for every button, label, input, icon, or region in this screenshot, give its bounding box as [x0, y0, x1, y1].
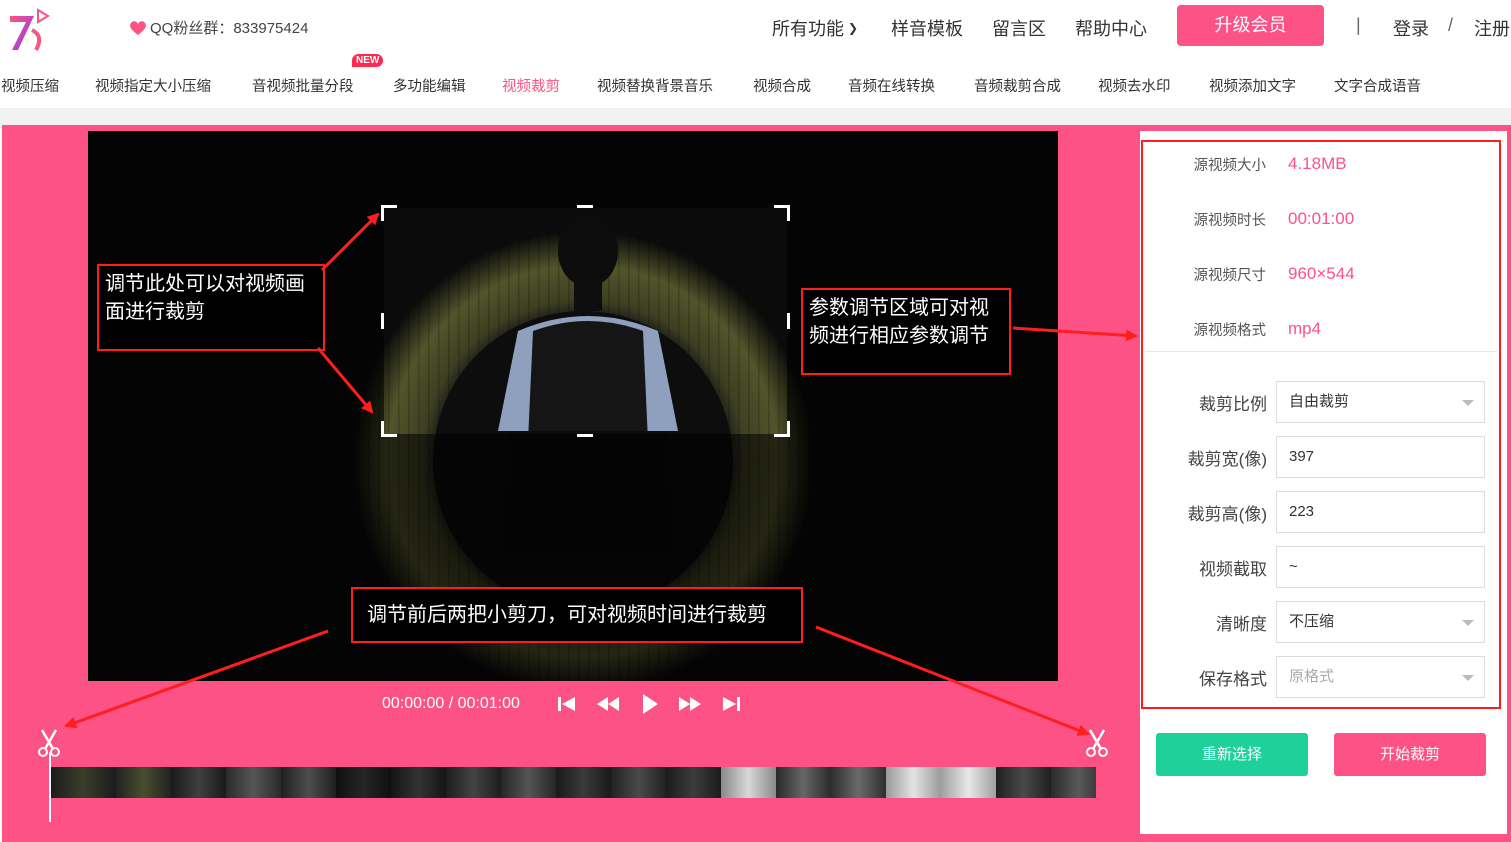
timeline-frame: [226, 767, 281, 798]
form-row-format: 保存格式 原格式: [1145, 656, 1495, 698]
play-icon[interactable]: [636, 692, 662, 716]
form-row-clip: 视频截取 ~: [1145, 546, 1495, 588]
player-controls: 00:00:00 / 00:01:00: [382, 690, 759, 718]
top-header: QQ粉丝群：833975424 所有功能 ❯ 样音模板 留言区 帮助中心 升级会员…: [0, 0, 1511, 58]
dropdown-caret-icon: [1462, 675, 1474, 681]
chevron-down-icon: ❯: [848, 21, 859, 35]
annotation-params-hint: 参数调节区域可对视频进行相应参数调节: [801, 288, 1011, 375]
info-row-size: 源视频大小 4.18MB: [1193, 154, 1347, 174]
timeline-frame: [556, 767, 611, 798]
skip-to-end-icon[interactable]: [718, 692, 744, 716]
source-format-value: mp4: [1288, 319, 1322, 338]
start-crop-button[interactable]: 开始裁剪: [1334, 733, 1486, 776]
timeline-frame: [831, 767, 886, 798]
crop-width-input[interactable]: 397: [1276, 436, 1485, 478]
subnav-video-crop[interactable]: 视频裁剪: [502, 75, 560, 96]
subnav-size-compress[interactable]: 视频指定大小压缩: [95, 75, 211, 96]
upgrade-vip-button[interactable]: 升级会员: [1177, 5, 1324, 46]
crop-handle-bottom-left[interactable]: [381, 421, 397, 437]
trim-end-scissor-icon[interactable]: [1084, 728, 1110, 758]
login-link[interactable]: 登录: [1393, 15, 1429, 41]
timeline-frame: [116, 767, 171, 798]
timeline-frame: [446, 767, 501, 798]
subnav-multi-edit[interactable]: 多功能编辑: [393, 75, 466, 96]
tool-subnav: 视频压缩 视频指定大小压缩 音视频批量分段 多功能编辑 视频裁剪 视频替换背景音…: [0, 58, 1511, 108]
trim-start-line[interactable]: [49, 752, 51, 822]
crop-ratio-select[interactable]: 自由裁剪: [1276, 381, 1485, 423]
crop-handle-top[interactable]: [577, 205, 593, 208]
nav-sample-templates[interactable]: 样音模板: [891, 15, 963, 41]
info-row-format: 源视频格式 mp4: [1193, 319, 1322, 339]
timeline-frame: [50, 767, 116, 798]
timeline-frame: [666, 767, 721, 798]
timeline-frame: [721, 767, 776, 798]
form-row-quality: 清晰度 不压缩: [1145, 601, 1495, 643]
timeline-frame: [391, 767, 446, 798]
subnav-audio-cut-merge[interactable]: 音频裁剪合成: [974, 75, 1061, 96]
timeline-filmstrip[interactable]: [50, 767, 1096, 798]
crop-handle-left[interactable]: [381, 313, 384, 329]
rewind-icon[interactable]: [595, 692, 621, 716]
subnav-video-merge[interactable]: 视频合成: [753, 75, 811, 96]
timeline-frame: [611, 767, 666, 798]
skip-to-start-icon[interactable]: [554, 692, 580, 716]
timeline-frame: [996, 767, 1051, 798]
new-badge: NEW: [352, 54, 384, 67]
fast-forward-icon[interactable]: [677, 692, 703, 716]
brand-logo[interactable]: [6, 6, 52, 54]
crop-handle-top-left[interactable]: [381, 205, 397, 221]
subnav-add-text[interactable]: 视频添加文字: [1209, 75, 1296, 96]
crop-handle-bottom[interactable]: [577, 434, 593, 437]
timeline-frame: [171, 767, 226, 798]
crop-handle-top-right[interactable]: [774, 205, 790, 221]
timeline-frame: [941, 767, 996, 798]
dropdown-caret-icon: [1462, 620, 1474, 626]
qq-group-text: QQ粉丝群：833975424: [150, 20, 309, 37]
subnav-batch-split[interactable]: 音视频批量分段: [252, 75, 354, 96]
crop-handle-right[interactable]: [787, 313, 790, 329]
register-link[interactable]: 注册: [1474, 15, 1510, 41]
reselect-button[interactable]: 重新选择: [1156, 733, 1308, 776]
crop-handle-bottom-right[interactable]: [774, 421, 790, 437]
source-duration-value: 00:01:00: [1288, 209, 1355, 228]
header-separator: |: [1356, 15, 1361, 35]
save-format-select[interactable]: 原格式: [1276, 656, 1485, 698]
form-row-height: 裁剪高(像) 223: [1145, 491, 1495, 533]
info-row-dimensions: 源视频尺寸 960×544: [1193, 264, 1355, 284]
panel-divider: [1145, 351, 1497, 352]
timeline-frame: [776, 767, 831, 798]
clip-range-input[interactable]: ~: [1276, 546, 1485, 588]
crop-selection-box[interactable]: [381, 205, 790, 437]
timeline-frame: [281, 767, 336, 798]
subnav-replace-music[interactable]: 视频替换背景音乐: [597, 75, 713, 96]
qq-group-info: QQ粉丝群：833975424: [128, 17, 308, 38]
dropdown-caret-icon: [1462, 400, 1474, 406]
source-size-value: 4.18MB: [1288, 154, 1347, 173]
form-row-ratio: 裁剪比例 自由裁剪: [1145, 381, 1495, 423]
login-register-slash: /: [1448, 15, 1454, 35]
playback-time: 00:00:00 / 00:01:00: [382, 695, 520, 712]
annotation-crop-hint: 调节此处可以对视频画面进行裁剪: [97, 264, 325, 351]
source-dimensions-value: 960×544: [1288, 264, 1355, 283]
nav-all-features[interactable]: 所有功能 ❯: [772, 15, 858, 41]
quality-select[interactable]: 不压缩: [1276, 601, 1485, 643]
timeline-frame: [501, 767, 556, 798]
form-row-width: 裁剪宽(像) 397: [1145, 436, 1495, 478]
subnav-remove-watermark[interactable]: 视频去水印: [1098, 75, 1171, 96]
timeline-frame: [1051, 767, 1096, 798]
timeline-frame: [336, 767, 391, 798]
section-divider-band: [0, 108, 1511, 125]
annotation-trim-hint: 调节前后两把小剪刀，可对视频时间进行裁剪: [351, 587, 803, 643]
subnav-audio-convert[interactable]: 音频在线转换: [848, 75, 935, 96]
timeline-frame: [886, 767, 941, 798]
info-row-duration: 源视频时长 00:01:00: [1193, 209, 1355, 229]
nav-message-board[interactable]: 留言区: [992, 15, 1046, 41]
crop-height-input[interactable]: 223: [1276, 491, 1485, 533]
nav-help-center[interactable]: 帮助中心: [1075, 15, 1147, 41]
subnav-video-compress[interactable]: 视频压缩: [1, 75, 59, 96]
qq-heart-icon: [130, 20, 146, 35]
subnav-text-to-speech[interactable]: 文字合成语音: [1334, 75, 1421, 96]
